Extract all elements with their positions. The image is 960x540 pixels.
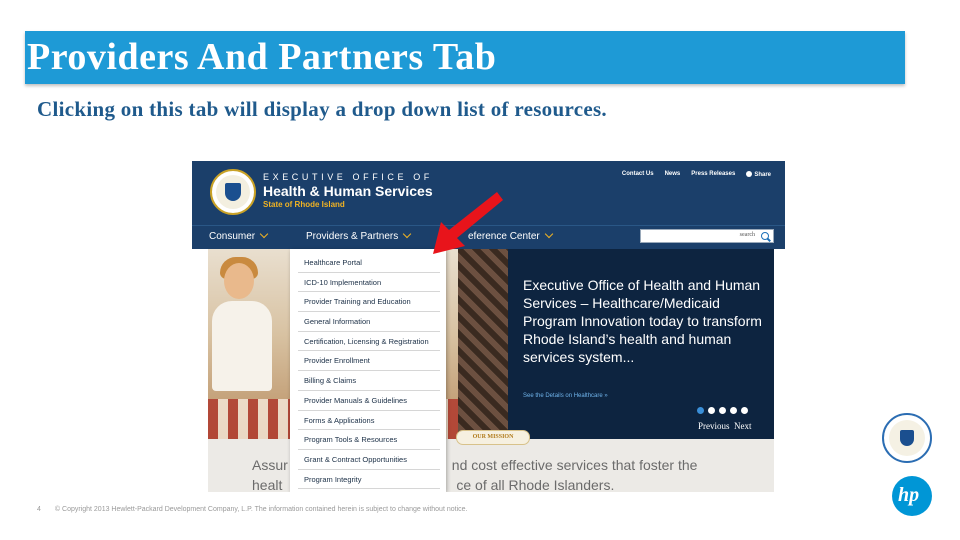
carousel-dots <box>697 407 748 414</box>
carousel-dot[interactable] <box>730 407 737 414</box>
contact-us-link[interactable]: Contact Us <box>622 171 654 178</box>
state-seal-icon <box>882 413 932 463</box>
menu-item-grant-contract[interactable]: Grant & Contract Opportunities <box>298 450 440 470</box>
carousel-dot[interactable] <box>719 407 726 414</box>
title-bar: Providers And Partners Tab <box>25 31 905 84</box>
previous-button[interactable]: Previous <box>698 421 730 431</box>
mission-text-left2: healt <box>252 477 283 492</box>
menu-item-provider-enrollment[interactable]: Provider Enrollment <box>298 351 440 372</box>
menu-item-healthcare-portal[interactable]: Healthcare Portal <box>298 253 440 273</box>
slide-title: Providers And Partners Tab <box>27 36 497 78</box>
search-input[interactable]: search <box>640 229 774 243</box>
hero-details-link[interactable]: See the Details on Healthcare » <box>523 393 608 399</box>
carousel-dot[interactable] <box>741 407 748 414</box>
slide-subtitle: Clicking on this tab will display a drop… <box>37 97 607 121</box>
carousel-dot[interactable] <box>708 407 715 414</box>
next-button[interactable]: Next <box>734 421 752 431</box>
mission-text-left: Assur <box>252 457 288 473</box>
nav-consumer-label: Consumer <box>209 231 256 242</box>
carousel-dot[interactable] <box>697 407 704 414</box>
red-arrow-icon <box>433 192 503 254</box>
share-label: Share <box>754 172 771 178</box>
mission-text-right: nd cost effective services that foster t… <box>451 457 698 473</box>
state-seal-logo[interactable] <box>210 169 256 215</box>
mission-badge: OUR MISSION <box>456 430 530 445</box>
mission-text-right2: ce of all Rhode Islanders. <box>456 477 615 492</box>
slide-footer: 4 © Copyright 2013 Hewlett-Packard Develo… <box>37 506 467 513</box>
hp-logo: hp <box>892 476 932 516</box>
search-icon[interactable] <box>761 232 769 240</box>
menu-item-provider-training[interactable]: Provider Training and Education <box>298 292 440 313</box>
providers-dropdown-menu: Healthcare Portal ICD-10 Implementation … <box>290 249 446 492</box>
org-name-line2: Health & Human Services <box>263 183 433 199</box>
search-placeholder: search <box>739 232 755 238</box>
org-name-line1: EXECUTIVE OFFICE OF <box>263 172 433 182</box>
menu-item-program-integrity[interactable]: Program Integrity <box>298 470 440 490</box>
nav-consumer[interactable]: Consumer <box>209 229 269 242</box>
hero-text: Executive Office of Health and Human Ser… <box>523 277 762 365</box>
share-link[interactable]: Share <box>746 171 771 178</box>
menu-item-icd10[interactable]: ICD-10 Implementation <box>298 273 440 293</box>
news-link[interactable]: News <box>665 171 681 178</box>
menu-item-provider-manuals[interactable]: Provider Manuals & Guidelines <box>298 391 440 411</box>
nav-providers-partners[interactable]: Providers & Partners <box>306 229 412 242</box>
chevron-down-icon <box>259 229 269 239</box>
menu-item-program-tools[interactable]: Program Tools & Resources <box>298 430 440 450</box>
top-links: Contact Us News Press Releases Share <box>622 171 771 178</box>
menu-item-forms[interactable]: Forms & Applications <box>298 411 440 431</box>
page-number: 4 <box>37 506 41 513</box>
chevron-down-icon <box>544 229 553 239</box>
copyright-text: © Copyright 2013 Hewlett-Packard Develop… <box>54 506 468 513</box>
share-icon <box>746 171 753 177</box>
hero-panel: Executive Office of Health and Human Ser… <box>508 249 774 439</box>
hp-logo-text: hp <box>898 484 920 506</box>
menu-item-billing-claims[interactable]: Billing & Claims <box>298 371 440 391</box>
org-name-line3: State of Rhode Island <box>263 200 345 209</box>
carousel-controls: Previous Next <box>698 421 752 431</box>
nav-providers-label: Providers & Partners <box>306 231 399 242</box>
menu-item-certification[interactable]: Certification, Licensing & Registration <box>298 332 440 352</box>
chevron-down-icon <box>403 229 412 239</box>
press-releases-link[interactable]: Press Releases <box>691 171 735 178</box>
menu-item-general-information[interactable]: General Information <box>298 312 440 332</box>
